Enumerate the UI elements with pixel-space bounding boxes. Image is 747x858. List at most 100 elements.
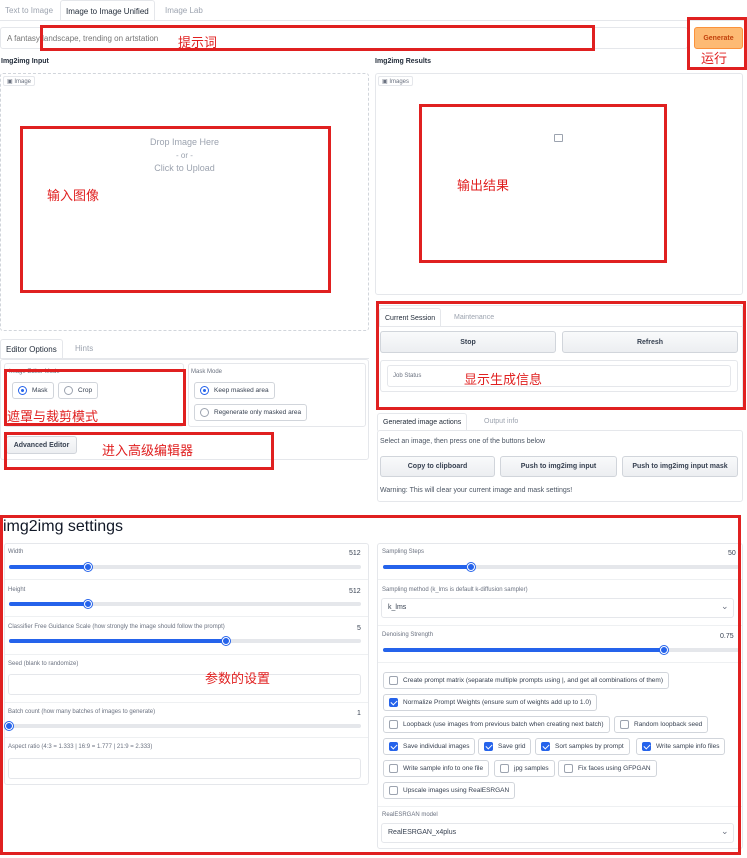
image-editor-mode-label: Image Editor Mode (9, 369, 60, 375)
mask-regenerate-radio[interactable]: Regenerate only masked area (194, 404, 308, 421)
sampling-steps-slider-handle[interactable] (466, 562, 475, 571)
checkbox-upscale-realesrgan[interactable]: Upscale images using RealESRGAN (383, 782, 516, 799)
mask-mode-label: Mask Mode (191, 369, 223, 375)
aspect-ratio-input[interactable] (8, 758, 361, 779)
image-badge: ▣ Image (3, 76, 36, 86)
denoising-strength-slider[interactable] (383, 645, 739, 654)
cfg-scale-value[interactable]: 5 (357, 625, 361, 632)
chevron-down-icon: ⌄ (721, 826, 729, 836)
image-badge-label: Image (14, 79, 32, 85)
drop-image-text: Drop Image Here (149, 137, 220, 147)
aspect-ratio-label: Aspect ratio (4:3 = 1.333 | 16:9 = 1.777… (8, 744, 153, 750)
cfg-scale-slider-handle[interactable] (221, 636, 230, 645)
checkbox-write-info-one-file[interactable]: Write sample info to one file (383, 760, 490, 777)
push-to-img2img-mask-button[interactable]: Push to img2img input mask (622, 456, 738, 477)
mode-mask-radio[interactable]: Mask (12, 382, 54, 399)
checkbox-prompt-matrix[interactable]: Create prompt matrix (separate multiple … (383, 672, 669, 689)
denoising-strength-label: Denoising Strength (382, 632, 434, 638)
annotation-run: 运行 (701, 52, 728, 67)
image-icon: ▣ (7, 79, 13, 85)
checkbox-sort-by-prompt[interactable]: Sort samples by prompt (535, 738, 630, 755)
realesrgan-model-value: RealESRGAN_x4plus (388, 829, 457, 836)
tab-divider (0, 20, 747, 21)
checkbox-normalize-weights[interactable]: Normalize Prompt Weights (ensure sum of … (383, 694, 598, 711)
checkbox-write-info-files[interactable]: Write sample info files (636, 738, 726, 755)
generate-button[interactable]: Generate (694, 27, 743, 49)
tab-image-to-image[interactable]: Image to Image Unified (60, 0, 155, 21)
tab-image-lab[interactable]: Image Lab (160, 0, 208, 21)
sampling-steps-slider[interactable] (383, 562, 739, 571)
sampling-method-value: k_lms (388, 604, 407, 611)
batch-count-value[interactable]: 1 (357, 710, 361, 717)
width-value[interactable]: 512 (349, 550, 361, 557)
tab-maintenance[interactable]: Maintenance (449, 308, 499, 327)
mask-keep-radio[interactable]: Keep masked area (194, 382, 275, 399)
batch-count-slider[interactable] (5, 721, 361, 730)
annotation-info: 显示生成信息 (464, 373, 543, 388)
tab-hints[interactable]: Hints (70, 339, 98, 359)
realesrgan-model-label: RealESRGAN model (382, 812, 438, 818)
checkbox-random-loopback-seed[interactable]: Random loopback seed (614, 716, 709, 733)
job-status-label: Job Status (393, 373, 422, 379)
row-divider (5, 654, 368, 655)
height-label: Height (8, 587, 26, 593)
sampling-method-label: Sampling method (k_lms is default k-diff… (382, 587, 528, 593)
sampling-steps-value[interactable]: 50 (728, 550, 736, 557)
row-divider (378, 806, 742, 807)
seed-input[interactable] (8, 674, 361, 695)
denoising-strength-slider-handle[interactable] (660, 645, 669, 654)
tab-generated-image-actions[interactable]: Generated image actions (377, 413, 468, 431)
batch-count-slider-handle[interactable] (5, 721, 13, 730)
annotation-input-image: 输入图像 (47, 189, 100, 204)
job-status-field (387, 365, 731, 387)
copy-to-clipboard-button[interactable]: Copy to clipboard (380, 456, 495, 477)
checkbox-save-individual[interactable]: Save individual images (383, 738, 476, 755)
stop-button[interactable]: Stop (380, 331, 556, 353)
images-icon: ▣ (382, 79, 388, 85)
input-panel-title: Img2img Input (1, 58, 49, 65)
settings-title: img2img settings (3, 518, 124, 535)
session-tab-divider (377, 326, 743, 327)
checkbox-loopback[interactable]: Loopback (use images from previous batch… (383, 716, 610, 733)
tab-text-to-image[interactable]: Text to Image (0, 0, 58, 21)
checkbox-jpg-samples[interactable]: jpg samples (494, 760, 555, 777)
mode-crop-radio[interactable]: Crop (58, 382, 99, 399)
row-divider (5, 579, 368, 580)
row-divider (5, 737, 368, 738)
row-divider (5, 616, 368, 617)
results-gallery (375, 73, 743, 295)
advanced-editor-button[interactable]: Advanced Editor (6, 436, 77, 454)
image-placeholder-icon (554, 134, 563, 142)
actions-instruction: Select an image, then press one of the b… (380, 438, 545, 445)
width-label: Width (8, 549, 24, 555)
or-text: - or - (176, 151, 193, 160)
sampling-steps-label: Sampling Steps (382, 549, 425, 555)
refresh-button[interactable]: Refresh (562, 331, 738, 353)
annotation-prompt: 提示词 (178, 36, 218, 51)
tab-output-info[interactable]: Output info (479, 413, 523, 431)
tab-current-session[interactable]: Current Session (379, 308, 442, 327)
click-to-upload-text[interactable]: Click to Upload (0, 162, 369, 175)
annotation-advanced: 进入高级编辑器 (102, 444, 194, 459)
height-slider[interactable] (9, 599, 361, 608)
row-divider (378, 625, 742, 626)
batch-count-label: Batch count (how many batches of images … (8, 709, 156, 715)
checkbox-save-grid[interactable]: Save grid (478, 738, 532, 755)
cfg-scale-label: Classifier Free Guidance Scale (how stro… (8, 624, 225, 630)
prompt-input[interactable] (0, 27, 688, 49)
checkbox-fix-faces-gfpgan[interactable]: Fix faces using GFPGAN (558, 760, 657, 777)
annotation-params: 参数的设置 (205, 672, 271, 687)
cfg-scale-slider[interactable] (9, 636, 361, 645)
row-divider (5, 702, 368, 703)
annotation-mask-crop: 遮罩与裁剪模式 (7, 410, 99, 425)
sampling-method-select[interactable] (381, 598, 734, 618)
tab-editor-options[interactable]: Editor Options (0, 339, 63, 359)
width-slider[interactable] (9, 562, 361, 571)
images-badge: ▣ Images (378, 76, 414, 86)
push-to-img2img-input-button[interactable]: Push to img2img input (500, 456, 617, 477)
row-divider (378, 662, 742, 663)
denoising-strength-value[interactable]: 0.75 (720, 633, 734, 640)
seed-label: Seed (blank to randomize) (8, 661, 79, 667)
row-divider (378, 579, 742, 580)
height-value[interactable]: 512 (349, 588, 361, 595)
